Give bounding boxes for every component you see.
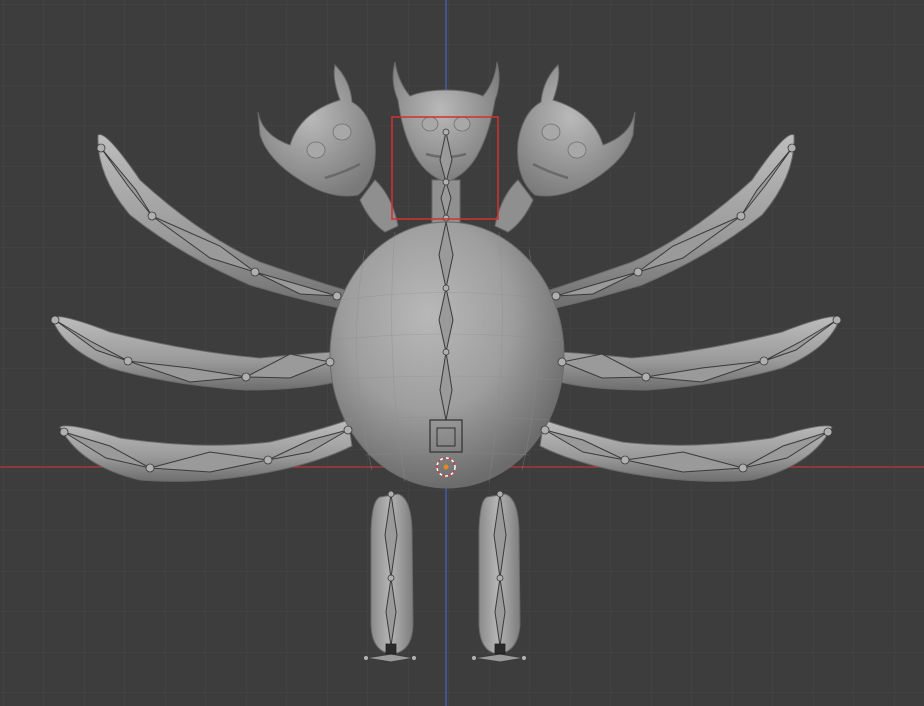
viewport-canvas[interactable]	[0, 0, 924, 706]
3d-viewport[interactable]	[0, 0, 924, 706]
